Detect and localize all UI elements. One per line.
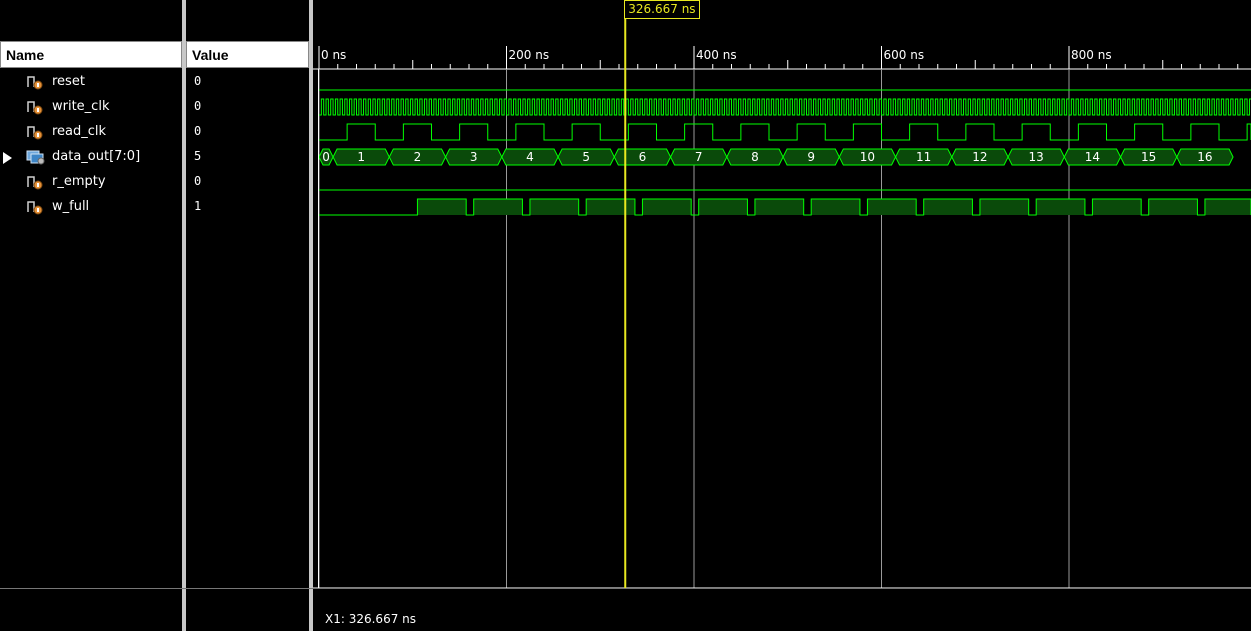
data-out-value-label: 1 [357, 150, 365, 164]
signal-row-data-out-7-0-[interactable]: data_out[7:0] [0, 144, 180, 169]
ruler-label: 400 ns [696, 48, 737, 62]
signal-name: reset [52, 74, 85, 89]
value-column-header[interactable]: Value [186, 41, 309, 68]
data-out-value-label: 15 [1141, 150, 1156, 164]
data-out-value-label: 16 [1197, 150, 1212, 164]
data-out-value-label: 2 [414, 150, 422, 164]
w-full-high-fill [811, 199, 860, 215]
signal-name: read_clk [52, 124, 107, 139]
data-out-value-label: 14 [1085, 150, 1100, 164]
w-full-high-fill [586, 199, 635, 215]
data-out-value-label: 12 [972, 150, 987, 164]
signal-value: 5 [194, 149, 202, 163]
cursor-status-readout: X1: 326.667 ns [325, 612, 417, 626]
name-pane: Name reset write_clk read_clk data_out[7:0]… [0, 0, 182, 631]
ruler-label: 0 ns [321, 48, 346, 62]
data-out-value-label: 9 [807, 150, 815, 164]
waveform-canvas[interactable]: 0 ns 200 ns 400 ns 600 ns 800 ns0 1 2 3 4 5 6 7 8 9 10… [313, 0, 1251, 631]
data-out-value-label: 3 [470, 150, 478, 164]
signal-row-write-clk[interactable]: write_clk [0, 94, 180, 119]
data-out-value-label: 13 [1029, 150, 1044, 164]
w-full-high-fill [1036, 199, 1085, 215]
bus-vector-icon [26, 149, 46, 165]
waveform-pane[interactable]: 0 ns 200 ns 400 ns 600 ns 800 ns 0 1 2 3 4 5 6 7 8 9 10… [313, 0, 1251, 631]
w-full-high-fill [923, 199, 973, 215]
w-full-high-fill [1204, 199, 1251, 215]
signal-name: write_clk [52, 99, 110, 114]
signal-name: r_empty [52, 174, 106, 189]
bottom-divider [0, 588, 1251, 589]
read-clk-wave [319, 123, 1251, 141]
ruler-label: 800 ns [1071, 48, 1112, 62]
data-out-value-label: 7 [695, 150, 703, 164]
cursor-time-label: 326.667 ns [624, 0, 700, 19]
name-column-header[interactable]: Name [0, 41, 182, 68]
signal-value: 0 [194, 99, 202, 113]
w-full-high-fill [698, 199, 748, 215]
w-full-high-fill [1148, 199, 1198, 215]
logic-bit-icon [26, 99, 46, 115]
w-full-high-fill [754, 199, 804, 215]
signal-row-w-full[interactable]: w_full [0, 194, 180, 219]
w-full-high-fill [473, 199, 523, 215]
signal-row-read-clk[interactable]: read_clk [0, 119, 180, 144]
logic-bit-icon [26, 174, 46, 190]
signal-row-r-empty[interactable]: r_empty [0, 169, 180, 194]
value-pane: Value 0 0 0 5 0 1 [186, 0, 309, 631]
logic-bit-icon [26, 74, 46, 90]
signal-value: 1 [194, 199, 202, 213]
signal-value: 0 [194, 174, 202, 188]
signal-value: 0 [194, 124, 202, 138]
signal-name: data_out[7:0] [52, 149, 141, 164]
logic-bit-icon [26, 199, 46, 215]
data-out-value-label: 8 [751, 150, 759, 164]
data-out-value-label: 4 [526, 150, 534, 164]
w-full-high-fill [529, 199, 579, 215]
w-full-high-fill [979, 199, 1029, 215]
w-full-high-fill [1092, 199, 1142, 215]
w-full-high-fill [417, 199, 467, 215]
logic-bit-icon [26, 124, 46, 140]
ruler-label: 600 ns [884, 48, 925, 62]
data-out-value-label: 11 [916, 150, 931, 164]
write-clk-wave [319, 98, 1251, 116]
w-full-high-fill [642, 199, 692, 215]
expand-arrow-icon[interactable] [3, 152, 12, 164]
data-out-value-label: 0 [322, 150, 330, 164]
signal-row-reset[interactable]: reset [0, 69, 180, 94]
signal-name: w_full [52, 199, 90, 214]
w-full-high-fill [867, 199, 917, 215]
data-out-value-label: 5 [582, 150, 590, 164]
signal-value: 0 [194, 74, 202, 88]
data-out-value-label: 6 [639, 150, 647, 164]
ruler-label: 200 ns [509, 48, 550, 62]
data-out-value-label: 10 [860, 150, 875, 164]
